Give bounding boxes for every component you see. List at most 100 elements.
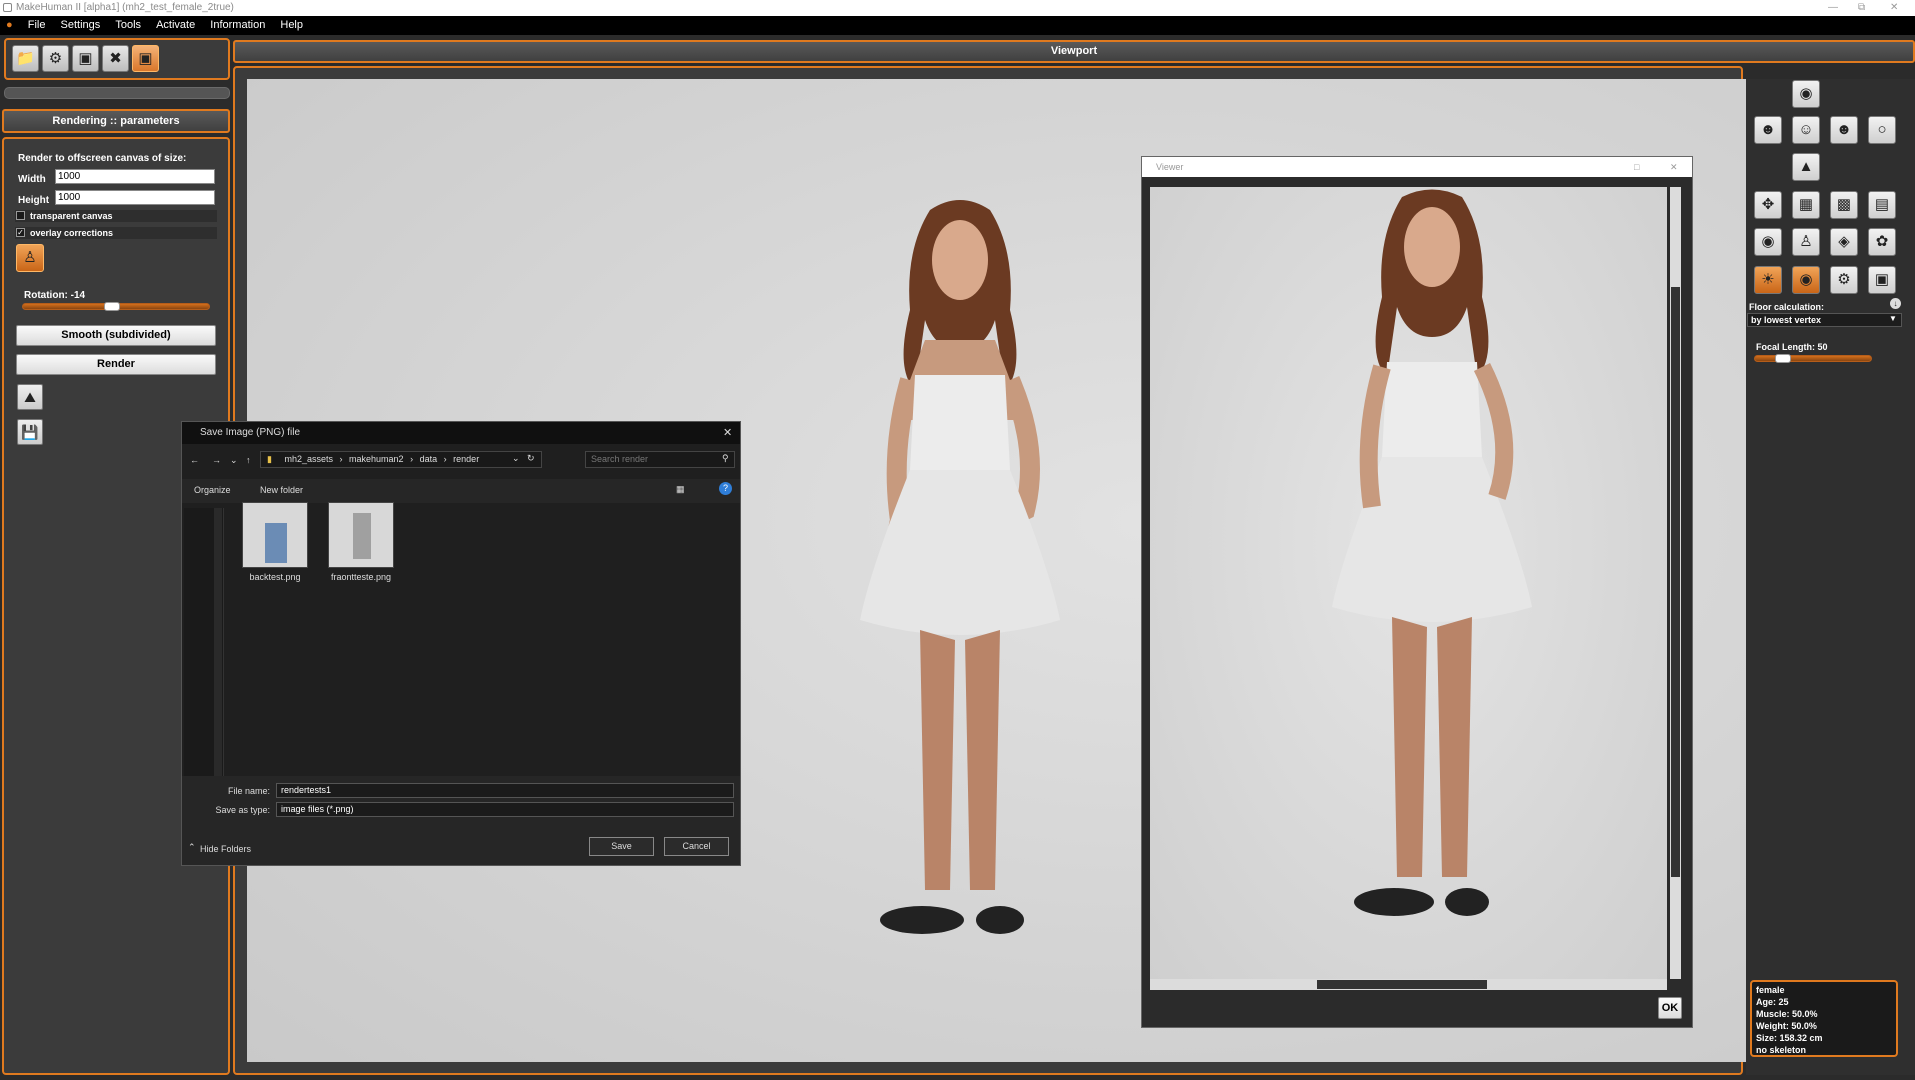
folder-icon[interactable]: 📁 [12, 45, 39, 72]
globe-icon[interactable]: ◉ [1792, 266, 1820, 294]
transparent-checkbox[interactable] [16, 211, 25, 220]
up-icon[interactable]: ↑ [246, 455, 251, 465]
menu-tools[interactable]: Tools [109, 16, 147, 35]
smooth-button[interactable]: Smooth (subdivided) [16, 325, 216, 346]
character-icon[interactable]: ♙ [16, 244, 44, 272]
dialog-save-button[interactable]: Save [589, 837, 654, 856]
pose-icon[interactable]: ✖ [102, 45, 129, 72]
viewer-maximize-icon[interactable]: □ [1634, 157, 1639, 177]
file-name[interactable]: backtest.png [237, 572, 313, 582]
focal-length-slider-handle[interactable] [1775, 354, 1792, 363]
menu-information[interactable]: Information [204, 16, 271, 35]
head-icon[interactable]: ◉ [1792, 80, 1820, 108]
floor-calculation-label: Floor calculation: [1749, 302, 1825, 312]
viewer-window: Viewer □ ✕ OK [1141, 156, 1693, 1028]
clothes-icon[interactable]: ▣ [72, 45, 99, 72]
minimize-icon[interactable]: — [1828, 0, 1838, 16]
menu-settings[interactable]: Settings [55, 16, 107, 35]
viewer-vscrollbar[interactable] [1670, 187, 1681, 979]
breadcrumb-item[interactable]: data [420, 454, 438, 464]
wall-icon[interactable]: ▩ [1830, 191, 1858, 219]
menu-bar: ● File Settings Tools Activate Informati… [0, 16, 1915, 35]
panel-header: Rendering :: parameters [2, 109, 230, 133]
menu-help[interactable]: Help [274, 16, 309, 35]
view-options-icon[interactable]: ▦ [676, 484, 685, 495]
skeleton-value: no skeleton [1756, 1045, 1807, 1055]
transparent-label: transparent canvas [30, 211, 113, 221]
face-left-icon[interactable]: ☻ [1754, 116, 1782, 144]
recent-icon[interactable]: ⌄ [230, 455, 238, 466]
human-model[interactable] [810, 190, 1110, 950]
breadcrumb[interactable]: ▮ mh2_assets › makehuman2 › data › rende… [260, 451, 542, 468]
face-front-icon[interactable]: ☺ [1792, 116, 1820, 144]
app-menu-icon[interactable]: ● [0, 16, 19, 35]
skeleton-icon[interactable]: ♙ [1792, 228, 1820, 256]
face-right-icon[interactable]: ☻ [1830, 116, 1858, 144]
dialog-cancel-button[interactable]: Cancel [664, 837, 729, 856]
height-input[interactable]: 1000 [55, 190, 215, 205]
breadcrumb-dropdown-icon[interactable]: ⌄ [512, 453, 520, 464]
render-button[interactable]: Render [16, 354, 216, 375]
focal-length-slider[interactable] [1754, 354, 1872, 363]
progress-bar [4, 87, 230, 99]
save-type-select[interactable]: image files (*.png) [276, 802, 734, 817]
grid-icon[interactable]: ▦ [1792, 191, 1820, 219]
height-label: Height [18, 195, 50, 206]
save-type-label: Save as type: [215, 805, 270, 815]
app-icon [3, 3, 12, 12]
width-input[interactable]: 1000 [55, 169, 215, 184]
menu-activate[interactable]: Activate [150, 16, 201, 35]
rotation-label: Rotation: -14 [24, 290, 86, 301]
refresh-icon[interactable]: ↻ [527, 453, 535, 464]
eye-icon[interactable]: ◉ [1754, 228, 1782, 256]
image-icon[interactable]: ⛰ [17, 384, 43, 410]
save-icon[interactable]: 💾 [17, 419, 43, 445]
viewer-hscrollbar[interactable] [1150, 979, 1667, 990]
back-icon[interactable]: ← [190, 455, 199, 465]
close-icon[interactable]: ✕ [1890, 0, 1898, 16]
floor-info-icon[interactable]: ↓ [1890, 298, 1901, 309]
modify-icon[interactable]: ⚙ [42, 45, 69, 72]
breadcrumb-item[interactable]: makehuman2 [349, 454, 404, 464]
search-icon[interactable]: ⚲ [722, 453, 729, 464]
rotation-slider[interactable] [22, 302, 210, 311]
settings-icon[interactable]: ⚙ [1830, 266, 1858, 294]
camera-icon[interactable]: ▣ [1868, 266, 1896, 294]
chevron-up-icon[interactable]: ⌃ [188, 842, 196, 853]
breadcrumb-item[interactable]: mh2_assets [284, 454, 333, 464]
viewer-close-icon[interactable]: ✕ [1670, 157, 1678, 177]
weight-value: Weight: 50.0% [1756, 1021, 1817, 1031]
file-thumbnail[interactable] [328, 502, 394, 568]
organize-button[interactable]: Organize [194, 485, 231, 495]
search-input[interactable]: Search render [585, 451, 735, 468]
forward-icon[interactable]: → [212, 455, 221, 465]
folder-tree-scrollbar[interactable] [214, 508, 222, 788]
restore-icon[interactable]: ⧉ [1858, 0, 1865, 16]
face-back-icon[interactable]: ○ [1868, 116, 1896, 144]
new-folder-button[interactable]: New folder [260, 485, 303, 495]
viewer-vscroll-thumb[interactable] [1671, 287, 1680, 877]
file-thumbnail[interactable] [242, 502, 308, 568]
render-icon[interactable]: ▣ [132, 45, 159, 72]
brain-icon[interactable]: ✿ [1868, 228, 1896, 256]
lighting-icon[interactable]: ☀ [1754, 266, 1782, 294]
viewer-hscroll-thumb[interactable] [1316, 980, 1487, 989]
hide-folders-button[interactable]: Hide Folders [200, 844, 251, 854]
breadcrumb-item[interactable]: render [453, 454, 479, 464]
folder-icon: ▮ [267, 454, 272, 464]
rotation-slider-handle[interactable] [103, 302, 120, 311]
feet-icon[interactable]: ▲ [1792, 153, 1820, 181]
chevron-down-icon[interactable]: ▼ [1889, 314, 1897, 323]
viewer-ok-button[interactable]: OK [1658, 997, 1682, 1019]
overlay-checkbox[interactable]: ✓ [16, 228, 25, 237]
wireframe-icon[interactable]: ◈ [1830, 228, 1858, 256]
pose-icon[interactable]: ✥ [1754, 191, 1782, 219]
floor-calculation-select[interactable]: by lowest vertex [1747, 313, 1902, 327]
file-name-input[interactable]: rendertests1 [276, 783, 734, 798]
file-name[interactable]: fraontteste.png [323, 572, 399, 582]
dialog-close-icon[interactable]: ✕ [723, 422, 732, 444]
floor-icon[interactable]: ▤ [1868, 191, 1896, 219]
overlay-label: overlay corrections [30, 228, 114, 238]
help-icon[interactable]: ? [719, 482, 732, 495]
menu-file[interactable]: File [22, 16, 52, 35]
